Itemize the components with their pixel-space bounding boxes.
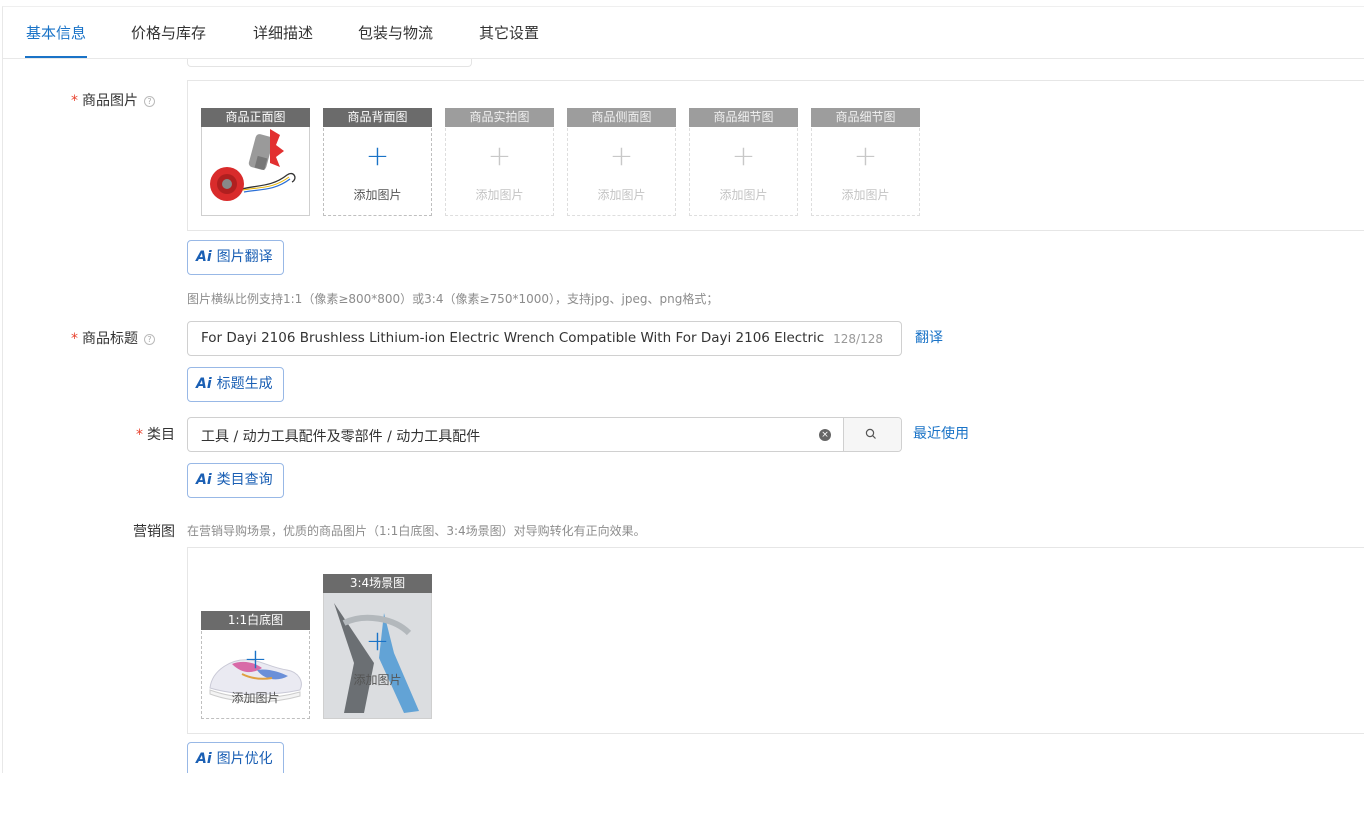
- recent-used-link[interactable]: 最近使用: [913, 423, 969, 443]
- plus-icon: +: [365, 624, 390, 657]
- image-slot-side[interactable]: 商品侧面图 + 添加图片: [567, 108, 676, 216]
- image-format-hint: 图片横纵比例支持1:1（像素≥800*800）或3:4（像素≥750*1000）…: [187, 292, 719, 306]
- plus-icon: +: [365, 139, 390, 172]
- tab-other-settings[interactable]: 其它设置: [479, 22, 539, 43]
- close-circle-icon[interactable]: ×: [819, 429, 831, 441]
- title-char-counter: 128/128: [833, 332, 883, 346]
- question-circle-icon[interactable]: ?: [144, 96, 155, 107]
- product-title-label: * 商品标题?: [63, 328, 155, 348]
- image-optimize-button[interactable]: Ai 图片优化: [187, 742, 284, 773]
- tab-bar: 基本信息 价格与库存 详细描述 包装与物流 其它设置: [3, 7, 1364, 59]
- plus-icon: +: [731, 139, 756, 172]
- category-search-button[interactable]: [843, 418, 901, 451]
- product-images-panel: 商品正面图 商品背面图 + 添加图片 商品实拍图 + 添加图片 商品侧面图 + …: [187, 80, 1364, 231]
- ai-icon: Ai: [196, 249, 212, 265]
- search-icon: [865, 428, 876, 439]
- image-translate-button[interactable]: Ai 图片翻译: [187, 240, 284, 275]
- category-label: * 类目: [136, 427, 175, 443]
- marketing-hint: 在营销导购场景，优质的商品图片（1:1白底图、3:4场景图）对导购转化有正向效果…: [187, 524, 646, 538]
- plus-icon: +: [609, 139, 634, 172]
- previous-field-box: [187, 59, 472, 67]
- marketing-images-label: 营销图: [133, 524, 175, 540]
- ai-icon: Ai: [196, 376, 212, 392]
- image-slot-detail-1[interactable]: 商品细节图 + 添加图片: [689, 108, 798, 216]
- product-images-label: * 商品图片?: [63, 90, 155, 110]
- category-query-button[interactable]: Ai 类目查询: [187, 463, 284, 498]
- ai-icon: Ai: [196, 751, 212, 767]
- product-photo-thumbnail: [202, 127, 309, 215]
- tab-description[interactable]: 详细描述: [253, 22, 313, 43]
- tab-packaging-logistics[interactable]: 包装与物流: [358, 22, 433, 43]
- product-edit-form: 基本信息 价格与库存 详细描述 包装与物流 其它设置 *商品图片? 商品正面图: [2, 6, 1364, 773]
- translate-link[interactable]: 翻译: [915, 327, 943, 347]
- image-slot-back[interactable]: 商品背面图 + 添加图片: [323, 108, 432, 216]
- question-circle-icon[interactable]: ?: [144, 334, 155, 345]
- marketing-slot-white-bg[interactable]: 1:1白底图 + 添加图片: [201, 611, 310, 719]
- image-slot-real-shot[interactable]: 商品实拍图 + 添加图片: [445, 108, 554, 216]
- tab-price-stock[interactable]: 价格与库存: [131, 22, 206, 43]
- image-slot-detail-2[interactable]: 商品细节图 + 添加图片: [811, 108, 920, 216]
- marketing-slot-scene[interactable]: 3:4场景图 + 添加图片: [323, 574, 432, 719]
- plus-icon: +: [243, 642, 268, 675]
- category-input[interactable]: 工具 / 动力工具配件及零部件 / 动力工具配件 ×: [187, 417, 902, 452]
- title-generate-button[interactable]: Ai 标题生成: [187, 367, 284, 402]
- ai-icon: Ai: [196, 472, 212, 488]
- active-tab-indicator: [25, 56, 87, 58]
- plus-icon: +: [853, 139, 878, 172]
- product-title-input[interactable]: For Dayi 2106 Brushless Lithium-ion Elec…: [187, 321, 902, 356]
- image-slot-front[interactable]: 商品正面图: [201, 108, 310, 216]
- marketing-images-panel: 1:1白底图 + 添加图片 3:4场景图 + 添加图片: [187, 547, 1364, 734]
- plus-icon: +: [487, 139, 512, 172]
- tab-basic-info[interactable]: 基本信息: [26, 22, 86, 43]
